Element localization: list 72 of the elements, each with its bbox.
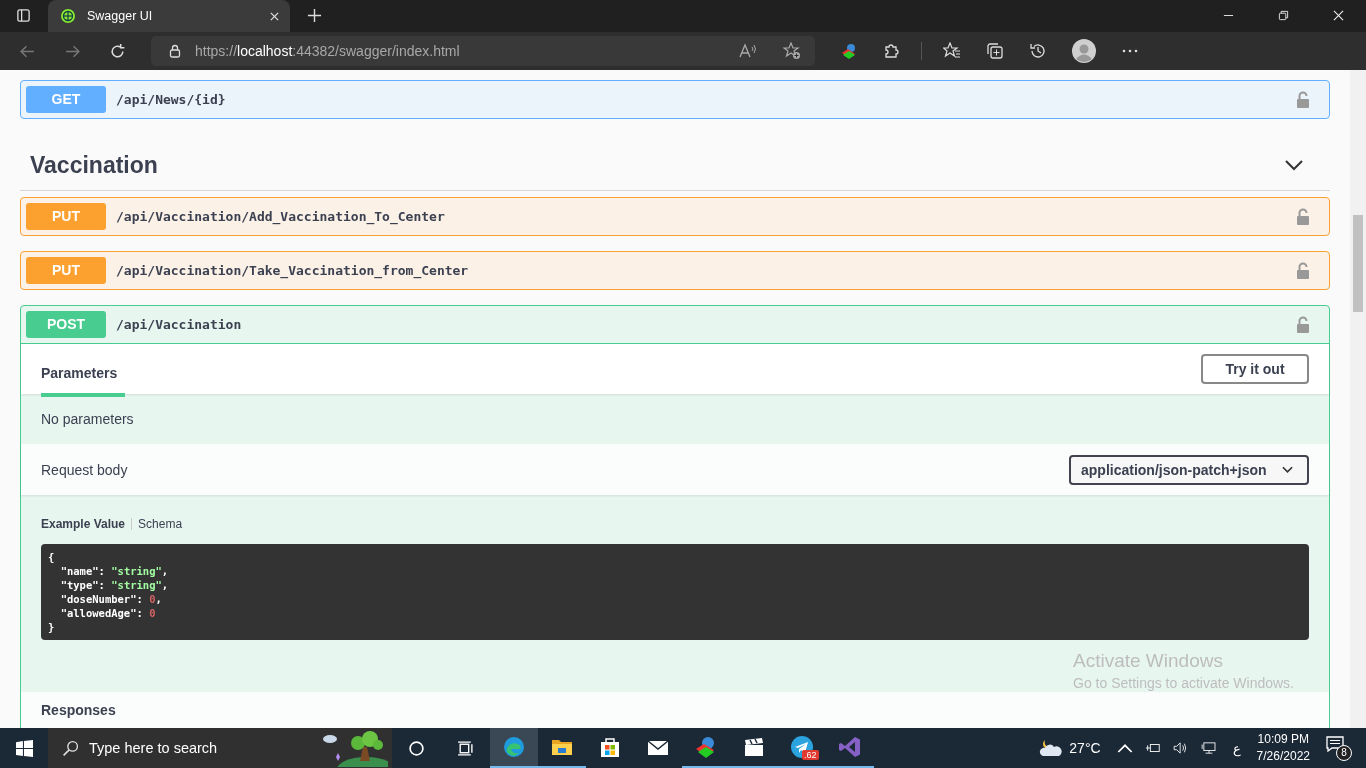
taskbar-search-field[interactable]: Type here to search [48, 728, 392, 768]
history-icon[interactable] [1029, 42, 1047, 60]
profile-avatar-icon[interactable] [1072, 39, 1096, 63]
method-badge: GET [26, 86, 106, 113]
no-parameters-text: No parameters [41, 411, 134, 427]
refresh-icon[interactable] [109, 42, 126, 60]
battery-plug-icon[interactable] [1144, 742, 1161, 754]
task-view-icon[interactable] [457, 739, 474, 757]
taskbar-app-button[interactable]: .62 [778, 728, 826, 768]
lock-icon[interactable] [1296, 207, 1310, 226]
code-line: "type": "string", [59, 578, 169, 592]
lock-icon [169, 44, 181, 58]
code-line: { [48, 550, 55, 564]
extensions-icon[interactable] [883, 42, 901, 60]
code-line: "doseNumber": 0, [59, 592, 162, 606]
responses-heading: Responses [41, 702, 116, 718]
input-language-indicator[interactable]: ع [1232, 740, 1241, 756]
example-tab[interactable]: Schema [138, 517, 183, 531]
endpoint-path[interactable]: /api/Vaccination [116, 317, 1296, 332]
request-body-label: Request body [41, 461, 128, 478]
read-aloud-icon[interactable] [739, 42, 757, 60]
activation-title: Activate Windows [1073, 650, 1224, 672]
scrollbar-thumb[interactable] [1353, 215, 1363, 312]
notification-center-button[interactable]: 8 [1326, 736, 1352, 760]
code-line: } [48, 620, 55, 634]
unread-count-badge: .62 [802, 750, 819, 760]
endpoint-path[interactable]: /api/Vaccination/Add_Vaccination_To_Center [116, 209, 1296, 224]
code-line: "name": "string", [59, 564, 169, 578]
close-icon[interactable] [1333, 10, 1344, 21]
visual-studio-icon [838, 735, 862, 759]
close-icon[interactable] [269, 10, 280, 22]
temperature-text[interactable]: 27°C [1069, 740, 1101, 756]
new-tab-icon[interactable] [307, 8, 322, 23]
tab-actions-icon[interactable] [16, 8, 31, 23]
activation-text: Go to Settings to activate Windows. [1073, 675, 1294, 691]
store-bag-icon [598, 735, 622, 759]
notification-count: 8 [1336, 745, 1352, 761]
chevron-icon[interactable] [1284, 159, 1304, 171]
lock-icon[interactable] [1296, 315, 1310, 334]
example-tab[interactable]: Example Value [41, 517, 126, 531]
method-badge: PUT [26, 203, 106, 230]
cortana-circle-icon[interactable] [408, 739, 425, 757]
network-monitor-icon[interactable] [1200, 742, 1217, 754]
section-title[interactable]: Vaccination [30, 151, 158, 179]
lock-icon[interactable] [1296, 261, 1310, 280]
endpoint-path[interactable]: /api/Vaccination/Take_Vaccination_from_Center [116, 263, 1296, 278]
try-it-out-button[interactable]: Try it out [1201, 354, 1309, 384]
volume-icon[interactable] [1172, 742, 1189, 754]
download-manager-icon[interactable] [840, 42, 858, 60]
add-favorite-icon[interactable] [783, 42, 801, 60]
favorites-icon[interactable] [943, 42, 961, 60]
globe-icon [60, 8, 76, 24]
start-icon[interactable] [16, 739, 33, 757]
method-badge: PUT [26, 257, 106, 284]
endpoint-path[interactable]: /api/News/{id} [116, 92, 1296, 107]
address-field[interactable]: https://localhost:44382/swagger/index.html [151, 36, 815, 66]
collections-icon[interactable] [986, 42, 1004, 60]
lock-icon[interactable] [1296, 90, 1310, 109]
weather-moon-cloud-icon[interactable] [1039, 738, 1064, 758]
chevron-up-icon[interactable] [1116, 742, 1133, 754]
clapperboard-icon [742, 735, 766, 759]
edge-browser-icon [502, 735, 526, 759]
browser-tab[interactable]: Swagger UI [48, 0, 290, 32]
content-type-select[interactable]: application/json-patch+json [1069, 454, 1309, 485]
search-icon [62, 739, 79, 757]
code-line: "allowedAge": 0 [59, 606, 156, 620]
scrollbar[interactable] [1350, 70, 1366, 728]
chevron-down-icon [1282, 465, 1293, 474]
clock[interactable]: 10:09 PM 7/26/2022 [1256, 731, 1310, 765]
parameters-tab[interactable]: Parameters [41, 349, 125, 397]
restore-icon[interactable] [1278, 10, 1289, 21]
method-badge: POST [26, 311, 106, 338]
